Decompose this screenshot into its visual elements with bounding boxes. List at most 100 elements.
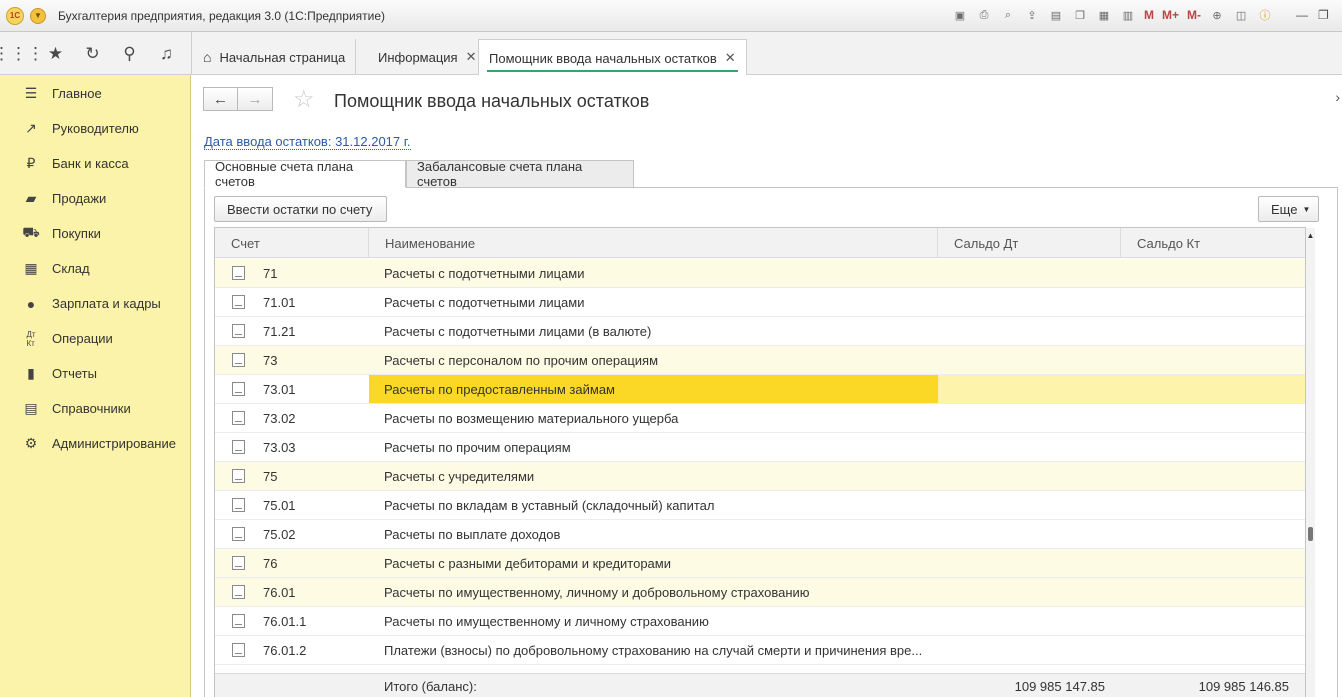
vertical-scrollbar[interactable] xyxy=(1306,228,1315,697)
apps-grid-icon[interactable]: ⋮⋮⋮ xyxy=(0,32,44,75)
titlebar-toolbar: ▣ ⎙ ⌕ ⇪ ▤ ❐ ▦ ▥ M M+ M- ⊕ ◫ ⓘ xyxy=(950,6,1275,24)
table-row[interactable]: 76.01.1 Расчеты по имущественному и лично… xyxy=(215,607,1305,636)
credit-balance[interactable] xyxy=(1121,404,1305,432)
table-row[interactable]: 73.03 Расчеты по прочим операциям xyxy=(215,433,1305,462)
tab-off-balance-accounts[interactable]: Забалансовые счета плана счетов xyxy=(406,159,634,189)
credit-balance[interactable] xyxy=(1121,433,1305,461)
credit-balance[interactable] xyxy=(1121,259,1305,287)
sidebar-item-references[interactable]: ▤ Справочники xyxy=(0,391,190,426)
debit-balance[interactable] xyxy=(938,259,1121,287)
bell-icon[interactable]: ♫ xyxy=(148,32,185,75)
credit-balance[interactable] xyxy=(1121,462,1305,490)
debit-balance[interactable] xyxy=(938,578,1121,606)
balance-date-link[interactable]: Дата ввода остатков: 31.12.2017 г. xyxy=(204,134,411,150)
table-row[interactable]: 76.01.2 Платежи (взносы) по добровольному… xyxy=(215,636,1305,665)
sidebar-item-bank[interactable]: ₽ Банк и касса xyxy=(0,146,190,181)
tab-information[interactable]: Информация ✕ xyxy=(368,39,488,75)
table-row[interactable]: 76 Расчеты с разными дебиторами и кредито… xyxy=(215,549,1305,578)
close-tab-icon[interactable]: ✕ xyxy=(725,50,736,66)
sidebar-item-salary[interactable]: ● Зарплата и кадры xyxy=(0,286,190,321)
preview-icon[interactable]: ⌕ xyxy=(998,6,1018,24)
scroll-up-icon[interactable]: ▲ xyxy=(1306,231,1315,240)
sidebar-item-sales[interactable]: ▰ Продажи xyxy=(0,181,190,216)
table-row[interactable]: 71.21 Расчеты с подотчетными лицами (в ва… xyxy=(215,317,1305,346)
memory-button[interactable]: M xyxy=(1142,6,1156,24)
column-header-account[interactable]: Счет xyxy=(215,228,369,258)
debit-balance[interactable] xyxy=(938,346,1121,374)
credit-balance[interactable] xyxy=(1121,578,1305,606)
forward-button[interactable]: → xyxy=(238,87,273,111)
close-form-icon[interactable]: › xyxy=(1335,89,1340,105)
column-header-debit[interactable]: Сальдо Дт xyxy=(938,228,1121,258)
tab-home[interactable]: ⌂ Начальная страница xyxy=(193,39,357,75)
sidebar-item-main[interactable]: ☰ Главное xyxy=(0,76,190,111)
debit-balance[interactable] xyxy=(938,433,1121,461)
favorites-star-icon[interactable]: ★ xyxy=(37,32,74,75)
panels-icon[interactable]: ◫ xyxy=(1231,6,1251,24)
column-header-credit[interactable]: Сальдо Кт xyxy=(1121,228,1305,258)
debit-balance[interactable] xyxy=(938,549,1121,577)
zoom-icon[interactable]: ⊕ xyxy=(1207,6,1227,24)
table-row[interactable]: 73.01 Расчеты по предоставленным займам xyxy=(215,375,1305,404)
scan-icon[interactable]: ▤ xyxy=(1046,6,1066,24)
search-icon[interactable]: ⚲ xyxy=(111,32,148,75)
calendar-icon[interactable]: ▥ xyxy=(1118,6,1138,24)
table-row[interactable]: 75.01 Расчеты по вкладам в уставный (скла… xyxy=(215,491,1305,520)
credit-balance[interactable] xyxy=(1121,607,1305,635)
app-title: Бухгалтерия предприятия, редакция 3.0 (1… xyxy=(58,8,386,23)
app-logo-icon: 1С xyxy=(6,6,24,25)
debit-balance[interactable] xyxy=(938,607,1121,635)
debit-balance[interactable] xyxy=(938,462,1121,490)
credit-balance[interactable] xyxy=(1121,288,1305,316)
table-row[interactable]: 73 Расчеты с персоналом по прочим операци… xyxy=(215,346,1305,375)
history-icon[interactable]: ↻ xyxy=(74,32,111,75)
restore-icon[interactable]: ❐ xyxy=(1318,8,1329,22)
debit-balance[interactable] xyxy=(938,520,1121,548)
table-row[interactable]: 71 Расчеты с подотчетными лицами xyxy=(215,259,1305,288)
sidebar-item-operations[interactable]: Дт Кт Операции xyxy=(0,321,190,356)
sidebar-item-reports[interactable]: ▮ Отчеты xyxy=(0,356,190,391)
credit-balance[interactable] xyxy=(1121,636,1305,664)
scrollbar-thumb[interactable] xyxy=(1308,527,1313,541)
credit-balance[interactable] xyxy=(1121,491,1305,519)
table-row[interactable]: 73.02 Расчеты по возмещению материального… xyxy=(215,404,1305,433)
copy-icon[interactable]: ❐ xyxy=(1070,6,1090,24)
sidebar-item-manager[interactable]: ↗ Руководителю xyxy=(0,111,190,146)
back-button[interactable]: ← xyxy=(203,87,238,111)
credit-balance[interactable] xyxy=(1121,317,1305,345)
sidebar-item-warehouse[interactable]: ▦ Склад xyxy=(0,251,190,286)
account-icon xyxy=(232,440,245,454)
debit-balance[interactable] xyxy=(938,317,1121,345)
tab-opening-balances[interactable]: Помощник ввода начальных остатков ✕ xyxy=(478,39,747,76)
credit-balance[interactable] xyxy=(1121,346,1305,374)
table-row[interactable]: 75 Расчеты с учредителями xyxy=(215,462,1305,491)
sidebar-item-purchases[interactable]: ⛟ Покупки xyxy=(0,216,190,251)
table-row[interactable]: 75.02 Расчеты по выплате доходов xyxy=(215,520,1305,549)
credit-balance[interactable] xyxy=(1121,375,1305,403)
column-header-name[interactable]: Наименование xyxy=(369,228,938,258)
debit-balance[interactable] xyxy=(938,375,1121,403)
minimize-icon[interactable]: — xyxy=(1296,8,1308,22)
favorite-star-icon[interactable]: ☆ xyxy=(293,85,315,114)
memory-plus-button[interactable]: M+ xyxy=(1160,6,1181,24)
credit-balance[interactable] xyxy=(1121,520,1305,548)
memory-minus-button[interactable]: M- xyxy=(1185,6,1203,24)
credit-balance[interactable] xyxy=(1121,549,1305,577)
enter-balances-button[interactable]: Ввести остатки по счету xyxy=(214,196,387,222)
debit-balance[interactable] xyxy=(938,404,1121,432)
main-menu-button[interactable]: ▼ xyxy=(30,7,46,24)
tab-main-accounts[interactable]: Основные счета плана счетов xyxy=(204,159,406,189)
more-button[interactable]: Еще ▼ xyxy=(1258,196,1319,222)
debit-balance[interactable] xyxy=(938,636,1121,664)
info-icon[interactable]: ⓘ xyxy=(1255,6,1275,24)
calculator-icon[interactable]: ▦ xyxy=(1094,6,1114,24)
close-tab-icon[interactable]: ✕ xyxy=(466,49,477,65)
save-icon[interactable]: ▣ xyxy=(950,6,970,24)
table-row[interactable]: 76.01 Расчеты по имущественному, личному … xyxy=(215,578,1305,607)
debit-balance[interactable] xyxy=(938,491,1121,519)
upload-icon[interactable]: ⇪ xyxy=(1022,6,1042,24)
table-row[interactable]: 71.01 Расчеты с подотчетными лицами xyxy=(215,288,1305,317)
sidebar-item-administration[interactable]: ⚙ Администрирование xyxy=(0,426,190,461)
debit-balance[interactable] xyxy=(938,288,1121,316)
print-icon[interactable]: ⎙ xyxy=(974,6,994,24)
